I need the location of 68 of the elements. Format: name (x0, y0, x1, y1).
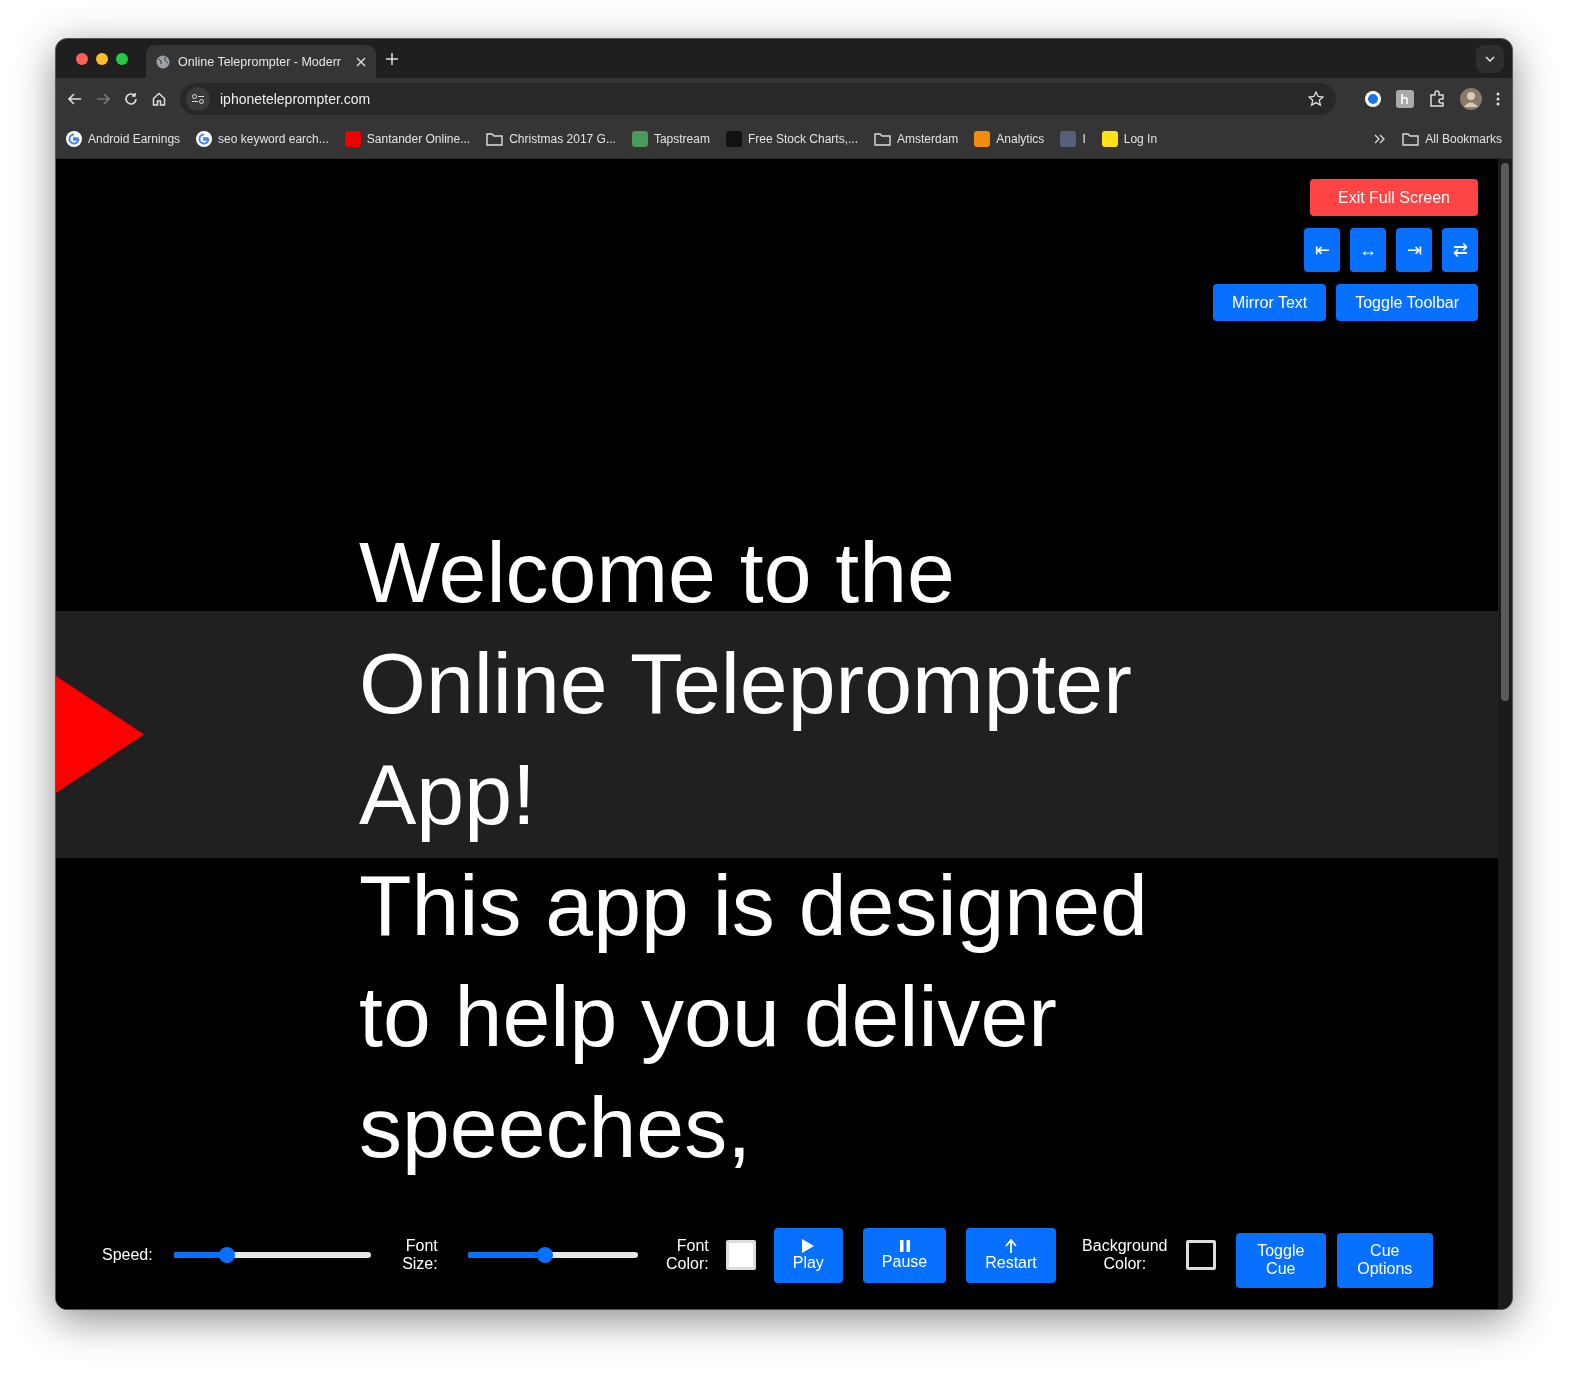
address-bar[interactable]: iphoneteleprompter.com (180, 83, 1336, 115)
cue-button[interactable]: Toggle Cue (1235, 1232, 1326, 1288)
scrollbar[interactable] (1498, 159, 1512, 1309)
restart-button[interactable]: Restart (966, 1227, 1056, 1283)
bookmark[interactable]: I (1060, 131, 1086, 147)
script-line: to help you deliver (359, 967, 1058, 1066)
script-line: Welcome to the (359, 523, 956, 622)
close-window-icon[interactable] (76, 52, 88, 65)
menu-icon[interactable] (1496, 92, 1500, 106)
pause-icon (899, 1239, 910, 1252)
script-line: Online Teleprompter (359, 634, 1133, 733)
slider[interactable] (467, 1247, 638, 1263)
pause-button[interactable]: Pause (862, 1227, 947, 1283)
browser-tab[interactable]: Online Teleprompter - Moderr (146, 45, 376, 78)
script-line: App! (359, 745, 537, 844)
reload-icon[interactable] (124, 92, 138, 106)
slider[interactable] (173, 1247, 371, 1263)
folder-icon (874, 132, 891, 146)
bookmark[interactable]: Analytics (974, 131, 1045, 147)
bookmark[interactable]: seo keyword earch... (196, 131, 329, 147)
script-line: speeches, (359, 1078, 753, 1177)
new-tab-icon[interactable] (386, 52, 398, 65)
minimize-window-icon[interactable] (96, 52, 108, 65)
font-color-label: Font Color: (665, 1237, 709, 1273)
speed-label: Speed: (102, 1246, 153, 1264)
bookmark[interactable]: Amsterdam (874, 132, 959, 146)
script-line: This app is designed (359, 856, 1149, 955)
bookmark[interactable]: Log In (1101, 131, 1158, 147)
chevrons-icon[interactable] (1374, 134, 1387, 144)
align-button[interactable]: ⇄ (1442, 228, 1478, 272)
tab-title: Online Teleprompter - Moderr (178, 54, 343, 69)
font-size-label: Font Size: (401, 1237, 438, 1273)
extension-icon[interactable] (1364, 90, 1382, 108)
bookmark[interactable]: Tapstream (631, 131, 710, 147)
bookmark[interactable]: Santander Online... (344, 131, 471, 147)
bookmark[interactable]: Christmas 2017 G... (486, 132, 616, 146)
close-icon[interactable] (356, 56, 366, 67)
maximize-window-icon[interactable] (116, 52, 128, 65)
url-text: iphoneteleprompter.com (220, 91, 372, 107)
site-settings-icon[interactable] (192, 94, 204, 104)
align-button[interactable]: ↔ (1350, 228, 1386, 272)
home-icon[interactable] (152, 92, 166, 106)
cue-button[interactable]: Cue Options (1336, 1232, 1433, 1288)
folder-icon (1402, 132, 1420, 146)
play-icon (802, 1238, 815, 1253)
avatar-icon[interactable] (1460, 88, 1482, 110)
background-color-label: Background Color: (1081, 1237, 1169, 1273)
play-button[interactable]: Play (773, 1227, 843, 1283)
tab-menu-button[interactable] (1476, 44, 1504, 73)
mirror-text-button[interactable]: Mirror Text (1212, 284, 1327, 321)
bookmark[interactable]: Free Stock Charts,... (725, 131, 858, 147)
bookmark[interactable]: Android Earnings (66, 131, 181, 147)
forward-icon[interactable] (96, 93, 110, 105)
star-icon[interactable] (1308, 91, 1324, 107)
back-icon[interactable] (68, 93, 82, 105)
chevron-down-icon (1485, 55, 1495, 62)
all-bookmarks[interactable]: All Bookmarks (1402, 132, 1502, 146)
toggle-toolbar-button[interactable]: Toggle Toolbar (1336, 284, 1478, 321)
google-icon (196, 131, 213, 147)
puzzle-icon[interactable] (1428, 90, 1446, 108)
align-button[interactable]: ⇤ (1304, 228, 1340, 272)
up-arrow-icon (1005, 1238, 1017, 1253)
folder-icon (486, 132, 504, 146)
globe-icon (156, 54, 170, 69)
align-button[interactable]: ⇥ (1396, 228, 1432, 272)
background-color-swatch[interactable] (1185, 1240, 1216, 1270)
google-icon (66, 131, 82, 147)
font-color-swatch[interactable] (725, 1240, 756, 1270)
